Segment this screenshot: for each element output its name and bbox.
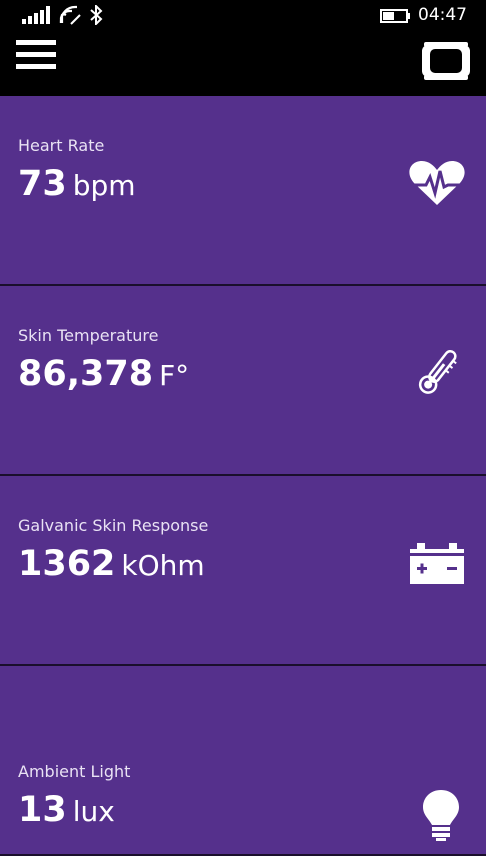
battery-gsr-icon <box>410 543 464 584</box>
menu-icon-bar <box>16 52 56 57</box>
heart-rate-tile[interactable]: Heart Rate 73 bpm <box>0 96 486 286</box>
tile-value-number: 1362 <box>18 544 116 584</box>
battery-icon <box>380 9 410 23</box>
app-bar <box>0 32 486 96</box>
tile-value: 73 bpm <box>18 164 136 204</box>
tile-label: Galvanic Skin Response <box>18 516 209 535</box>
tile-value-unit: bpm <box>72 169 136 202</box>
galvanic-skin-response-tile[interactable]: Galvanic Skin Response 1362 kOhm <box>0 476 486 666</box>
menu-icon-bar <box>16 64 56 69</box>
tile-label: Heart Rate <box>18 136 105 155</box>
tile-value-unit: lux <box>72 795 115 828</box>
signal-icon <box>22 6 50 24</box>
menu-icon-bar <box>16 40 56 45</box>
tile-value-number: 86,378 <box>18 354 154 394</box>
tile-value-unit: kOhm <box>121 549 205 582</box>
heart-rate-icon <box>409 161 465 205</box>
bluetooth-icon <box>90 5 103 25</box>
tile-label: Skin Temperature <box>18 326 159 345</box>
light-bulb-icon <box>423 790 459 841</box>
tile-value: 86,378 F° <box>18 354 189 394</box>
tile-value-number: 73 <box>18 164 67 204</box>
tile-value-unit: F° <box>159 359 190 392</box>
band-device-icon[interactable] <box>420 39 472 83</box>
tile-value: 1362 kOhm <box>18 544 205 584</box>
status-bar: 04:47 <box>0 0 486 32</box>
tile-label: Ambient Light <box>18 762 131 781</box>
wifi-icon <box>59 5 81 25</box>
clock-time: 04:47 <box>418 5 467 25</box>
menu-button[interactable] <box>16 40 58 76</box>
sensor-tiles: Heart Rate 73 bpm Skin Temperature 86,378… <box>0 96 486 856</box>
skin-temperature-tile[interactable]: Skin Temperature 86,378 F° <box>0 286 486 476</box>
thermometer-icon <box>418 349 457 394</box>
ambient-light-tile[interactable]: Ambient Light 13 lux <box>0 666 486 856</box>
tile-value: 13 lux <box>18 790 115 830</box>
tile-value-number: 13 <box>18 790 67 830</box>
